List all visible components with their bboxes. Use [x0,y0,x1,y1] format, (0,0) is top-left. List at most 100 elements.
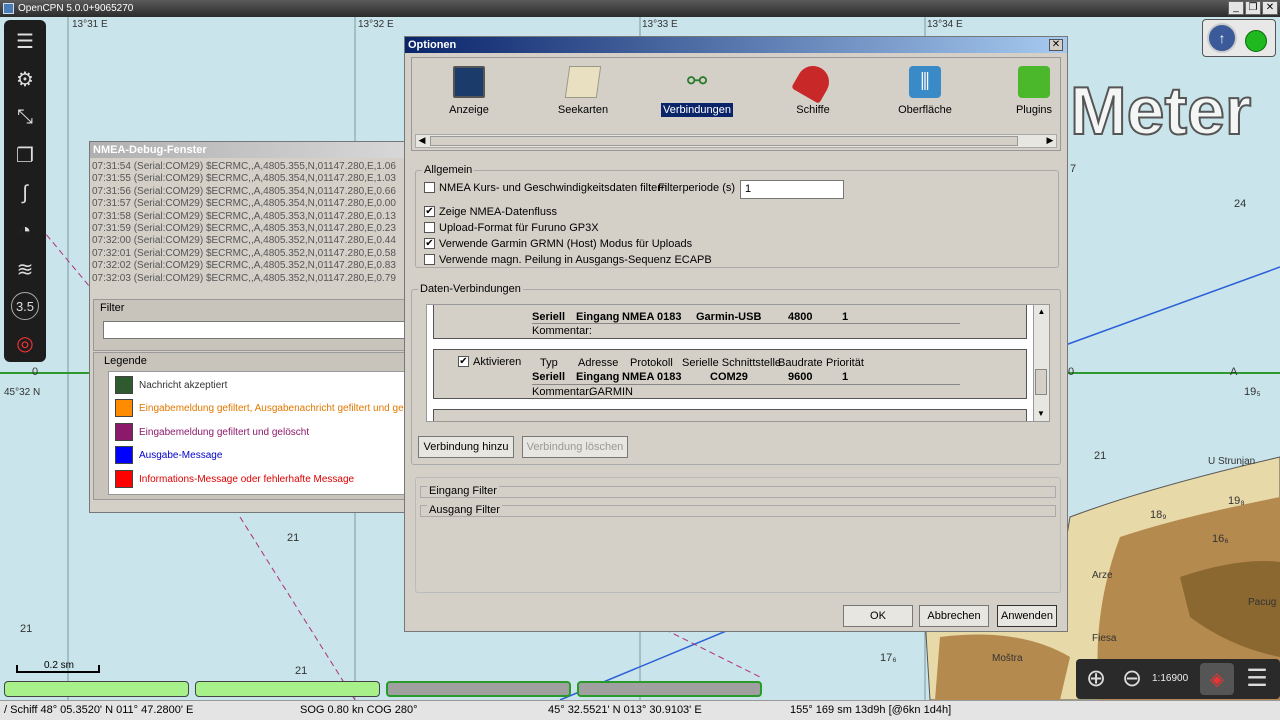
depth-sounding: A [1230,366,1238,378]
nmea-debug-window: NMEA-Debug-Fenster 07:31:54 (Serial:COM2… [89,141,411,513]
filter-period-input[interactable]: 1 [740,180,844,199]
scroll-thumb[interactable] [1035,369,1047,395]
tab-oberflaeche[interactable]: ⫼ Oberfläche [880,66,970,116]
general-label: Allgemein [422,164,475,176]
track-icon[interactable]: ∫ [10,178,40,208]
legend-item: Eingabemeldung gefiltert und gelöscht [115,423,309,443]
conn-direction: Eingang [576,311,620,323]
connection-row[interactable]: Seriell Eingang NMEA 0183 Garmin-USB 480… [433,305,1027,339]
checkbox-box[interactable]: ✔ [458,355,469,367]
comment-underline [532,384,960,385]
compass-widget[interactable]: ↑ [1202,19,1276,57]
charts-icon [564,66,602,98]
output-filter-group[interactable]: Ausgang Filter [420,504,1056,517]
checkbox-box[interactable] [424,221,435,233]
checkbox-box[interactable] [424,181,435,193]
input-filter-label: Eingang Filter [427,485,499,497]
nmea-log-line: 07:31:59 (Serial:COM29) $ECRMC,,A,4805.3… [92,222,396,234]
zoom-in-icon[interactable]: ⊕ [1080,663,1112,695]
tab-plugins[interactable]: Plugins [994,66,1074,116]
zoom-panel: ⊕ ⊖ 1:16900 ◈ ☰ [1076,659,1280,699]
menu-toggle-icon[interactable]: ☰ [10,26,40,56]
scroll-thumb[interactable] [430,136,1018,146]
mob-icon[interactable]: ◎ [10,328,40,358]
scroll-up-icon[interactable]: ▲ [1034,305,1049,319]
checkbox-box[interactable] [424,253,435,265]
chart-piano-key[interactable] [386,681,571,697]
conn-protocol: NMEA 0183 [622,371,682,383]
delete-connection-button[interactable]: Verbindung löschen [522,436,628,458]
conn-enable-checkbox[interactable]: ✔ Aktivieren [458,355,521,368]
options-dialog: Optionen ✕ Anzeige Seekarten ⚯ Verbindun… [404,36,1068,632]
magnetic-checkbox[interactable]: Verwende magn. Peilung in Ausgangs-Seque… [424,253,712,266]
place-label: Fiesa [1092,633,1117,644]
checkbox-label: Verwende magn. Peilung in Ausgangs-Seque… [439,254,712,266]
tide-icon[interactable]: ≋ [10,254,40,284]
filters-area: Eingang Filter Ausgang Filter [415,477,1061,593]
legend-item: Ausgabe-Message [115,446,222,466]
conn-header-address: Adresse [578,357,619,369]
route-manager-icon[interactable]: ❐ [10,140,40,170]
minimize-button[interactable]: _ [1228,1,1244,15]
legend-item: Informations-Message oder fehlerhafte Me… [115,470,354,490]
lon-label-2: 13°32 E [358,19,394,30]
lon-label-3: 13°33 E [642,19,678,30]
depth-sounding: 21 [20,623,33,635]
tab-label: Verbindungen [661,103,733,117]
checkbox-box[interactable]: ✔ [424,205,435,217]
depth-sounding: 16₆ [1212,533,1229,545]
input-filter-group[interactable]: Eingang Filter [420,485,1056,498]
menu-icon[interactable]: ☰ [1240,663,1274,695]
options-close-button[interactable]: ✕ [1049,39,1063,51]
depth-sounding: 24 [1234,198,1247,210]
connections-scrollbar[interactable]: ▲ ▼ [1033,305,1049,421]
legend-label: Legende [104,355,147,367]
depth-sounding: 18₉ [1150,509,1167,521]
chart-piano-key[interactable] [4,681,189,697]
scroll-down-icon[interactable]: ▼ [1034,407,1048,421]
ok-button[interactable]: OK [843,605,913,627]
settings-icon[interactable]: ⚙ [10,64,40,94]
furuno-checkbox[interactable]: Upload-Format für Furuno GP3X [424,221,599,234]
tab-label: Seekarten [557,104,609,116]
legend-group: Legende Nachricht akzeptiert Eingabemeld… [93,352,409,500]
depth-sounding: 0 [1068,366,1075,378]
legend-swatch [115,399,133,418]
connections-label: Daten-Verbindungen [418,283,523,295]
place-label: U Strunjan [1208,456,1256,467]
options-title: Optionen [405,37,1067,53]
compass-icon: ↑ [1207,23,1237,53]
scroll-right-icon[interactable]: ▶ [1044,135,1056,147]
filter-input[interactable] [103,321,405,339]
dashboard-icon[interactable]: ◔ [10,216,40,246]
depth-sounding: 19₈ [1228,495,1245,507]
cancel-button[interactable]: Abbrechen [919,605,989,627]
conn-header-port: Serielle Schnittstelle [682,357,782,369]
general-group: Allgemein NMEA Kurs- und Geschwindigkeit… [415,164,1059,268]
show-nmea-checkbox[interactable]: ✔ Zeige NMEA-Datenfluss [424,205,557,218]
connection-row[interactable] [433,409,1027,421]
connection-row[interactable]: ✔ Aktivieren Typ Adresse Protokoll Seriel… [433,349,1027,399]
tab-verbindungen[interactable]: ⚯ Verbindungen [652,66,742,117]
tab-seekarten[interactable]: Seekarten [538,66,628,116]
scroll-left-icon[interactable]: ◀ [416,135,428,147]
gps-status-icon [1245,30,1267,52]
garmin-checkbox[interactable]: ✔ Verwende Garmin GRMN (Host) Modus für U… [424,237,692,250]
tab-schiffe[interactable]: Schiffe [768,60,858,116]
zoom-out-icon[interactable]: ⊖ [1116,663,1148,695]
legend-text: Ausgabe-Message [139,450,223,461]
close-app-button[interactable]: ✕ [1262,1,1278,15]
chart-piano-key[interactable] [195,681,380,697]
nmea-filter-checkbox[interactable]: NMEA Kurs- und Geschwindigkeitsdaten fil… [424,181,667,194]
follow-icon[interactable]: ◈ [1200,663,1234,695]
tab-anzeige[interactable]: Anzeige [424,66,514,116]
chart-piano-key[interactable] [577,681,762,697]
tab-scrollbar[interactable]: ◀ ▶ [415,134,1057,148]
app-title: OpenCPN 5.0.0+9065270 [18,3,134,14]
route-icon[interactable]: ⤡ [10,102,40,132]
ais-icon[interactable]: 3.5 [11,292,39,320]
checkbox-box[interactable]: ✔ [424,237,435,249]
apply-button[interactable]: Anwenden [997,605,1057,627]
add-connection-button[interactable]: Verbindung hinzu [418,436,514,458]
maximize-button[interactable]: ❐ [1245,1,1261,15]
